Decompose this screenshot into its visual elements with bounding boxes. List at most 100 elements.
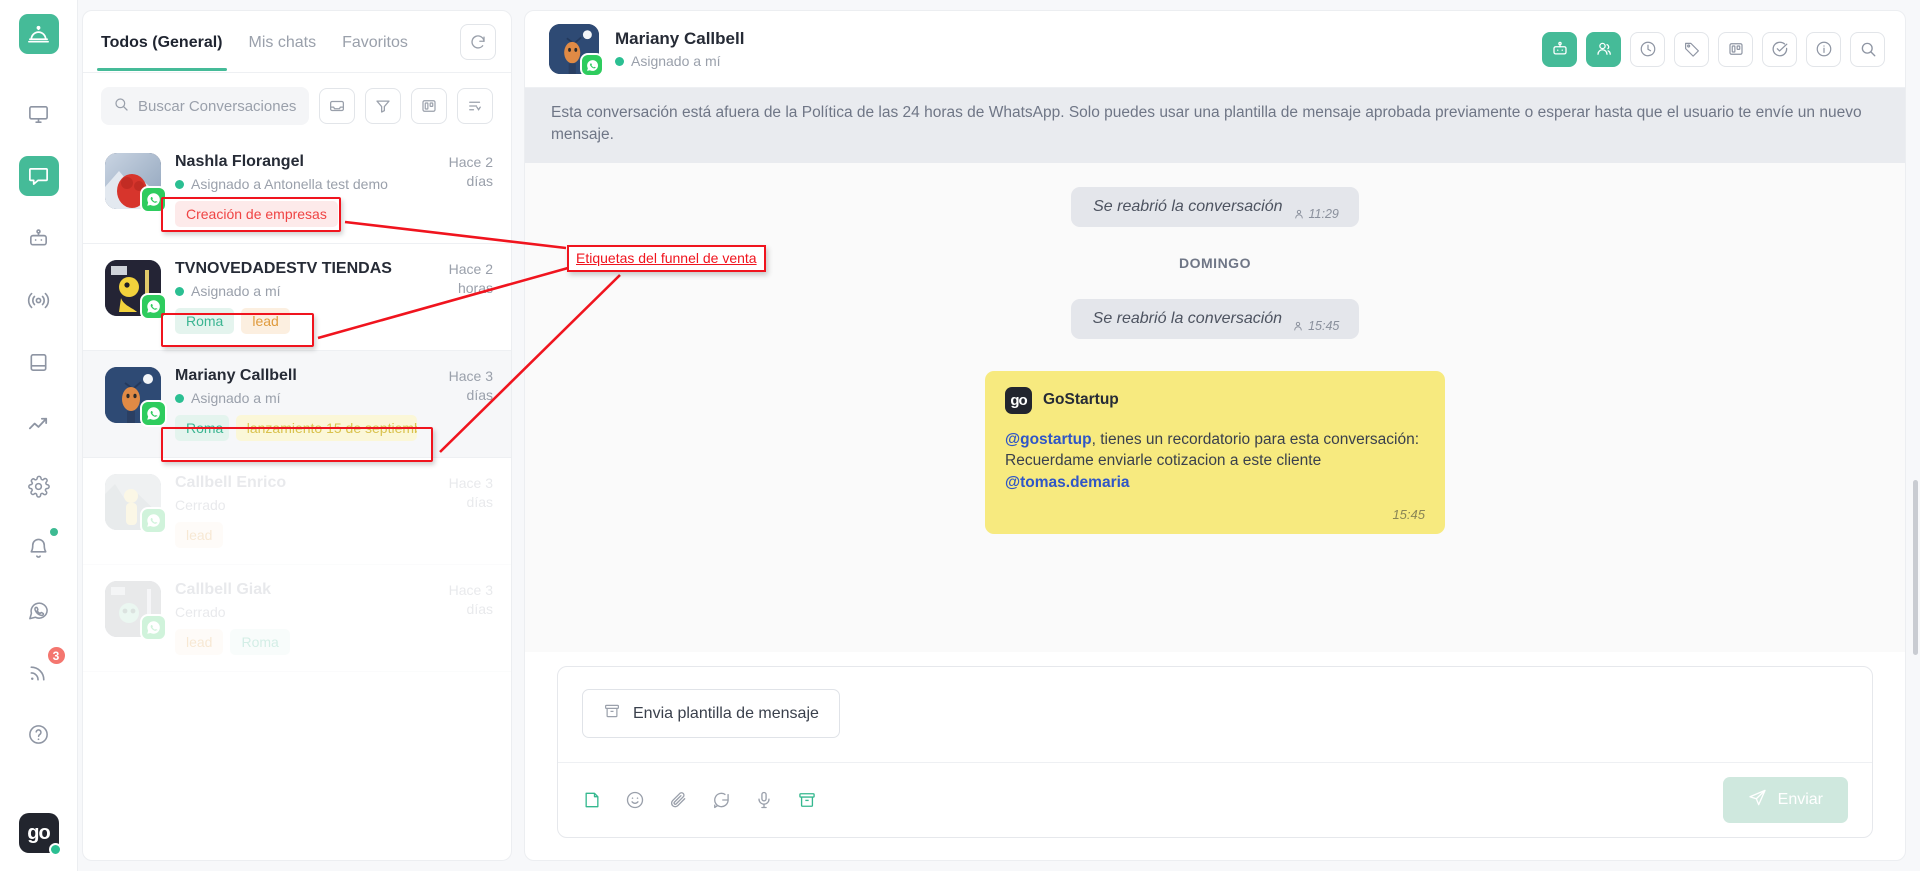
paperclip-icon[interactable] bbox=[668, 790, 688, 810]
tag[interactable]: Creación de empresas bbox=[175, 201, 338, 227]
list-item-tags: Roma lanzamiento 15 de septiembre bbox=[175, 415, 417, 441]
app-logo-service-bell[interactable] bbox=[18, 14, 59, 54]
list-item-tags: Roma lead bbox=[175, 308, 417, 334]
sidebar-item-bots[interactable] bbox=[19, 218, 59, 258]
system-message-text: Se reabrió la conversación bbox=[1092, 309, 1283, 327]
send-label: Enviar bbox=[1777, 791, 1823, 808]
sidebar-item-connection[interactable]: 3 bbox=[19, 645, 67, 692]
avatar-wrap bbox=[105, 153, 167, 213]
avatar-wrap bbox=[105, 474, 167, 534]
template-icon[interactable] bbox=[797, 790, 817, 810]
send-icon bbox=[1748, 788, 1767, 812]
tab-todos-general[interactable]: Todos (General) bbox=[97, 14, 226, 71]
chat-contact-status: Asignado a mí bbox=[615, 53, 1526, 69]
note-author: GoStartup bbox=[1043, 391, 1119, 409]
list-item-status-text: Asignado a mí bbox=[191, 283, 281, 299]
info-icon[interactable] bbox=[1806, 31, 1841, 67]
list-tabs: Todos (General) Mis chats Favoritos bbox=[83, 11, 511, 73]
sidebar-item-chats[interactable] bbox=[18, 156, 59, 196]
sidebar-item-broadcast[interactable] bbox=[19, 280, 59, 320]
tag[interactable]: Roma bbox=[175, 308, 235, 334]
send-template-label: Envia plantilla de mensaje bbox=[633, 704, 819, 722]
microphone-icon[interactable] bbox=[754, 790, 774, 810]
list-item-tags: lead bbox=[175, 522, 417, 548]
list-item-status-text: Cerrado bbox=[175, 497, 226, 513]
list-item-name: Callbell Giak bbox=[175, 581, 272, 598]
sidebar-item-notifications[interactable] bbox=[19, 526, 60, 568]
tag[interactable]: lead bbox=[175, 522, 224, 548]
board-icon[interactable] bbox=[1718, 31, 1753, 67]
robot-icon[interactable] bbox=[1542, 31, 1577, 67]
list-item-status-text: Asignado a mí bbox=[191, 390, 281, 406]
sidebar-item-dashboard[interactable] bbox=[19, 94, 59, 134]
search-input[interactable] bbox=[138, 97, 297, 115]
tag[interactable]: lead bbox=[175, 629, 224, 655]
list-item-body: TVNOVEDADESTV TIENDAS Asignado a mí Roma… bbox=[175, 260, 417, 334]
connection-badge: 3 bbox=[45, 645, 67, 666]
notification-dot bbox=[47, 526, 60, 538]
search-icon[interactable] bbox=[1850, 31, 1885, 67]
list-item-tags: lead Roma bbox=[175, 629, 417, 655]
list-item-status-text: Cerrado bbox=[175, 604, 226, 620]
clock-icon[interactable] bbox=[1630, 31, 1665, 67]
users-icon[interactable] bbox=[1586, 31, 1621, 67]
note-text-2: Recuerdame enviarle cotizacion a este cl… bbox=[1005, 452, 1322, 470]
sidebar-item-analytics[interactable] bbox=[19, 404, 59, 444]
list-item[interactable]: Nashla Florangel Asignado a Antonella te… bbox=[83, 137, 511, 244]
left-nav-rail: 3 go bbox=[0, 0, 78, 871]
tag[interactable]: Roma bbox=[230, 629, 290, 655]
tag[interactable]: lanzamiento 15 de septiembre bbox=[235, 415, 417, 441]
user-avatar-label: go bbox=[27, 821, 50, 844]
note-mention-1[interactable]: @gostartup bbox=[1005, 431, 1092, 448]
check-circle-icon[interactable] bbox=[1762, 31, 1797, 67]
system-message: Se reabrió la conversación 11:29 bbox=[1071, 186, 1359, 227]
message-area: Se reabrió la conversación 11:29 DOMINGO… bbox=[525, 162, 1905, 652]
inbox-icon[interactable] bbox=[319, 88, 355, 124]
message-composer: Envia plantilla de mensaje Enviar bbox=[557, 666, 1873, 838]
funnel-icon[interactable] bbox=[365, 88, 401, 124]
tag[interactable]: lead bbox=[241, 308, 290, 334]
list-item[interactable]: Callbell Giak Cerrado lead Roma Hace 3 d… bbox=[83, 565, 511, 672]
send-button[interactable]: Enviar bbox=[1722, 777, 1848, 823]
sidebar-item-settings[interactable] bbox=[19, 466, 59, 506]
system-message-time: 15:45 bbox=[1308, 318, 1340, 333]
sort-icon[interactable] bbox=[457, 88, 493, 124]
user-avatar[interactable]: go bbox=[18, 813, 62, 856]
chat-toolbar bbox=[1542, 31, 1885, 67]
list-item-status: Cerrado bbox=[175, 497, 417, 513]
list-item[interactable]: Callbell Enrico Cerrado lead Hace 3 días bbox=[83, 458, 511, 565]
status-dot bbox=[175, 179, 184, 189]
chat-panel: Mariany Callbell Asignado a mí Esta conv… bbox=[524, 10, 1918, 861]
list-item-status: Asignado a mí bbox=[175, 390, 417, 406]
list-item-time: Hace 3 días bbox=[448, 475, 493, 510]
avatar-wrap bbox=[549, 24, 604, 77]
list-item-selected[interactable]: Mariany Callbell Asignado a mí Roma lanz… bbox=[83, 351, 511, 458]
sidebar-item-knowledge[interactable] bbox=[19, 342, 59, 382]
tag-icon[interactable] bbox=[1674, 31, 1709, 67]
gostartup-logo-icon: go bbox=[1005, 386, 1032, 414]
avatar-wrap bbox=[105, 581, 167, 641]
system-message-meta: 11:29 bbox=[1293, 207, 1339, 221]
list-item-name: Callbell Enrico bbox=[175, 474, 287, 491]
list-item-status-text: Asignado a Antonella test demo bbox=[191, 176, 388, 192]
board-icon[interactable] bbox=[411, 88, 447, 124]
list-item[interactable]: TVNOVEDADESTV TIENDAS Asignado a mí Roma… bbox=[83, 244, 511, 351]
internal-note-bubble[interactable]: go GoStartup @gostartup, tienes un recor… bbox=[985, 370, 1445, 535]
note-timestamp: 15:45 bbox=[1392, 507, 1425, 523]
note-mention-2[interactable]: @tomas.demaria bbox=[1005, 474, 1130, 491]
note-icon[interactable] bbox=[582, 790, 602, 810]
sidebar-item-help[interactable] bbox=[19, 714, 59, 754]
chat-bubble-icon[interactable] bbox=[711, 790, 731, 810]
emoji-icon[interactable] bbox=[625, 790, 645, 810]
tab-mis-chats[interactable]: Mis chats bbox=[249, 14, 317, 70]
refresh-icon[interactable] bbox=[459, 23, 496, 60]
send-template-button[interactable]: Envia plantilla de mensaje bbox=[582, 689, 840, 738]
whatsapp-icon bbox=[140, 400, 167, 427]
sidebar-item-whatsapp[interactable] bbox=[19, 590, 59, 630]
tab-favoritos[interactable]: Favoritos bbox=[342, 14, 408, 70]
conversation-list: Nashla Florangel Asignado a Antonella te… bbox=[83, 137, 511, 860]
tag[interactable]: Roma bbox=[175, 415, 229, 441]
list-item-status: Asignado a Antonella test demo bbox=[175, 176, 417, 192]
search-input-wrap[interactable] bbox=[101, 87, 309, 125]
list-item-time: Hace 2 horas bbox=[448, 261, 493, 296]
